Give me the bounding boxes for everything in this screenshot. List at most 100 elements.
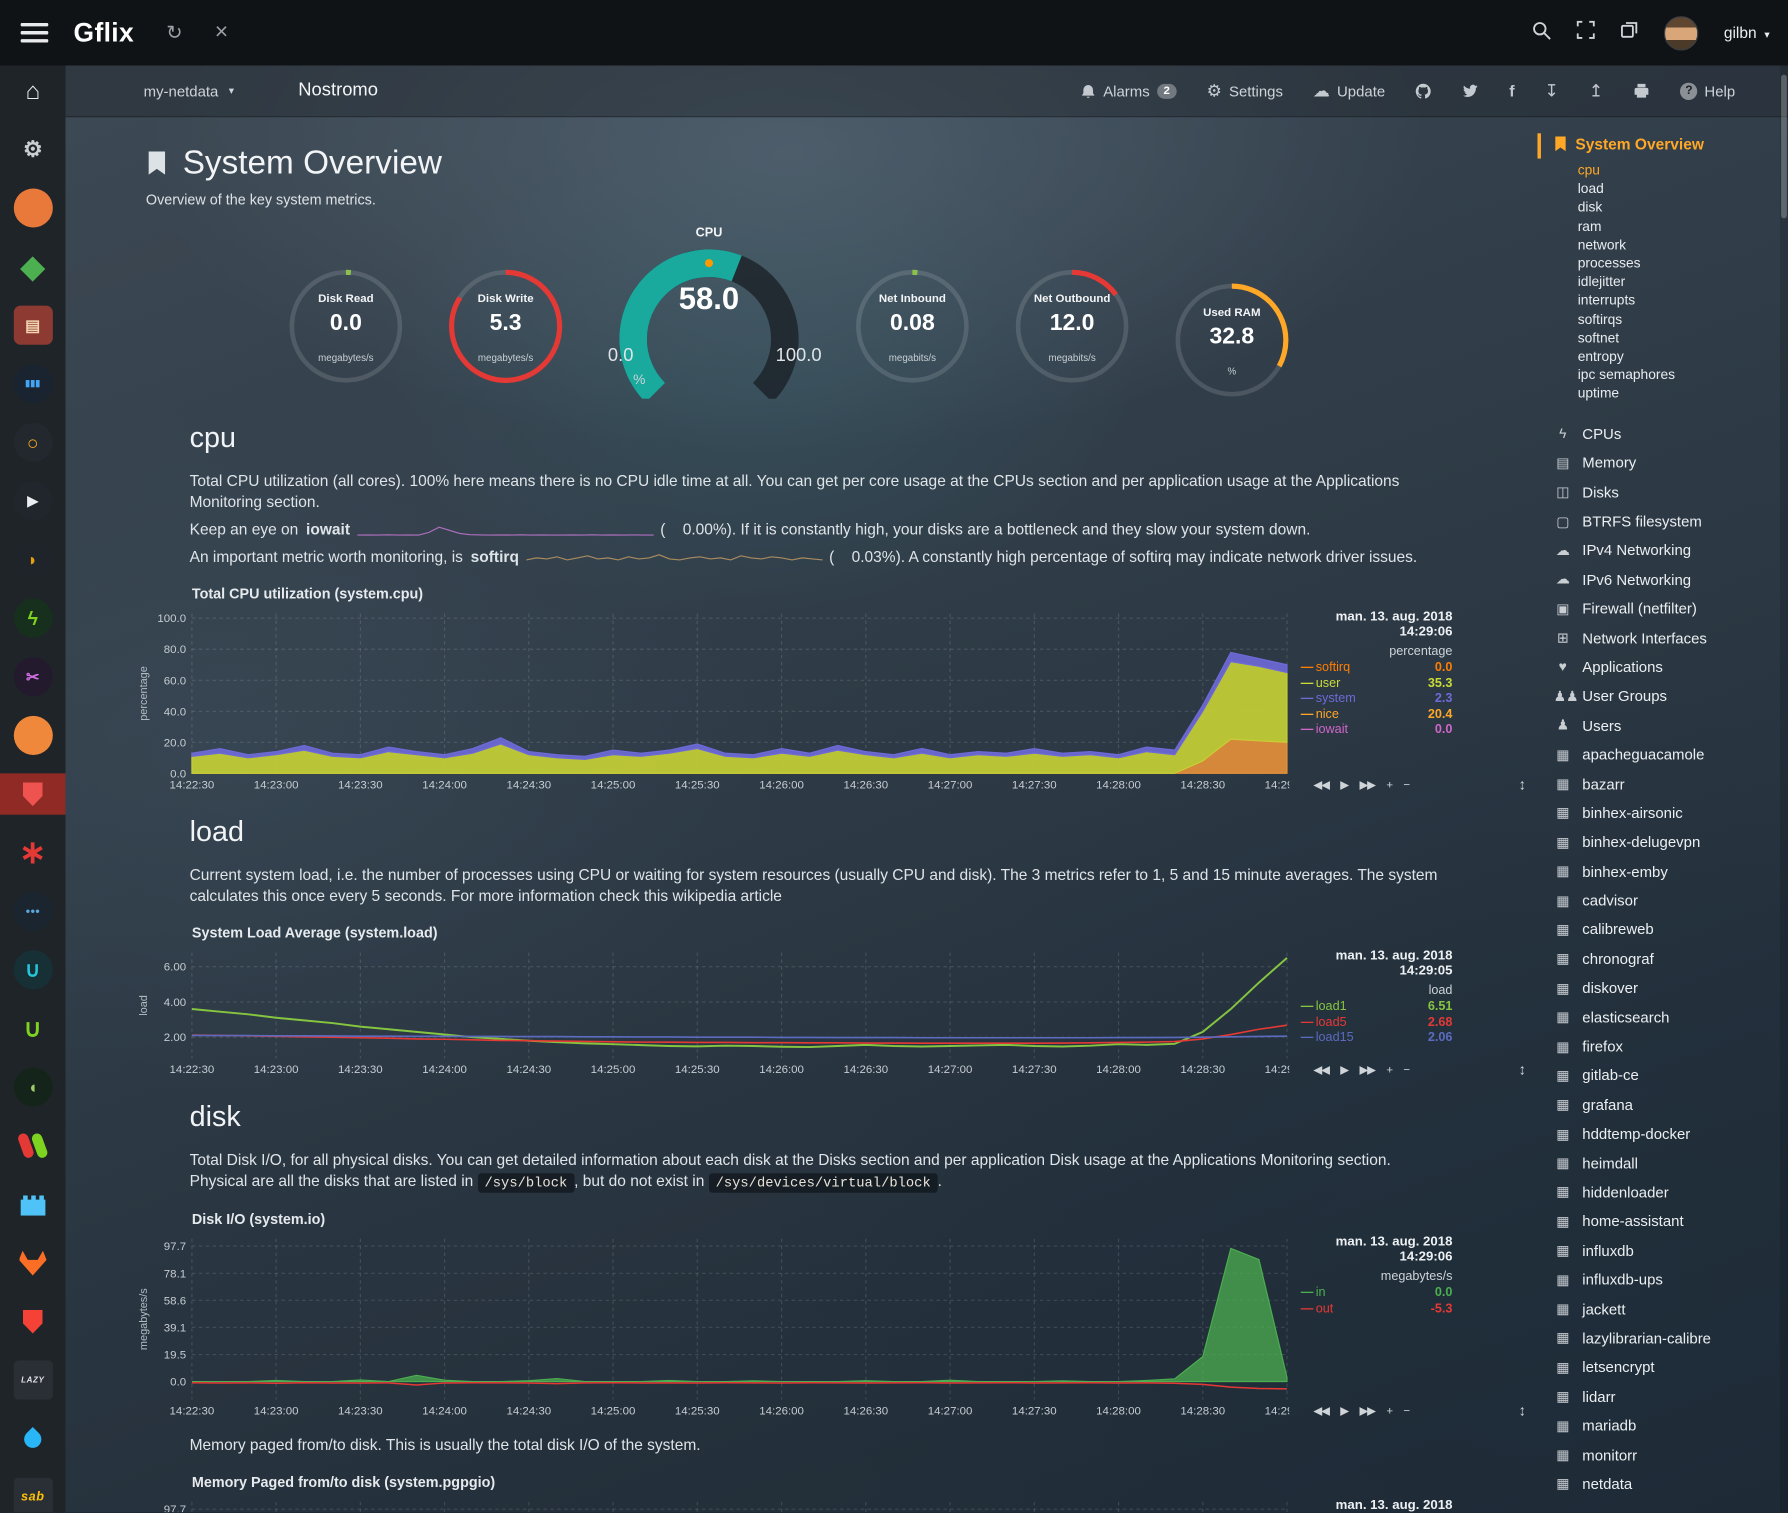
app-tab[interactable]: ϟ [0,598,65,639]
app-tab[interactable]: ○ [0,422,65,463]
app-tab[interactable] [0,1301,65,1342]
sidebar-app-item[interactable]: ▦grafana [1554,1090,1782,1119]
sidebar-app-item[interactable]: ▦monitorr [1554,1440,1782,1469]
memory-chart-canvas[interactable]: 14:22:3014:23:0014:23:3014:24:0014:24:30… [137,1496,1290,1512]
github-icon[interactable] [1415,82,1432,99]
sidebar-app-item[interactable]: ▦mariadb [1554,1411,1782,1440]
sidebar-app-item[interactable]: ▦home-assistant [1554,1207,1782,1236]
upload-icon[interactable]: ↥ [1589,80,1603,101]
sidebar-app-item[interactable]: ▦lidarr [1554,1382,1782,1411]
chart-resize-handle[interactable]: ↕ [1519,1061,1526,1078]
app-tab[interactable] [0,1125,65,1166]
sidebar-submenu-item[interactable]: entropy [1578,347,1781,366]
refresh-icon[interactable]: ↻ [166,21,182,44]
app-tab[interactable]: ∗ [0,832,65,873]
sidebar-app-item[interactable]: ▦hiddenloader [1554,1178,1782,1207]
sidebar-section-item[interactable]: ϟCPUs [1554,419,1782,448]
legend-item[interactable]: —load152.06 [1301,1031,1453,1047]
twitter-icon[interactable] [1462,83,1479,98]
app-tab[interactable]: ✂ [0,656,65,697]
softirq-sparkline[interactable] [526,550,822,565]
gauge-cpu[interactable]: CPU 58.0 0.0 100.0 % [594,226,824,410]
sidebar-submenu-item[interactable]: ipc semaphores [1578,366,1781,385]
legend-item[interactable]: —iowait0.0 [1301,723,1453,739]
sidebar-app-item[interactable]: ▦binhex-delugevpn [1554,827,1782,856]
sidebar-app-item[interactable]: ▦cadvisor [1554,886,1782,915]
chart-zoom-out[interactable]: − [1403,779,1409,792]
app-tab[interactable]: ◗ [0,539,65,580]
sidebar-submenu-item[interactable]: idlejitter [1578,273,1781,292]
legend-item[interactable]: —softirq0.0 [1301,661,1453,677]
alarms-button[interactable]: Alarms2 [1080,82,1177,99]
iowait-sparkline[interactable] [357,522,653,537]
legend-item[interactable]: —nice20.4 [1301,708,1453,724]
sidebar-submenu-item[interactable]: cpu [1578,161,1781,180]
app-tab[interactable]: ▤ [0,305,65,346]
sidebar-section-item[interactable]: ♟Users [1554,711,1782,740]
sidebar-app-item[interactable]: ▦letsencrypt [1554,1353,1782,1382]
sidebar-app-item[interactable]: ▦influxdb [1554,1236,1782,1265]
gauge-disk-write[interactable]: Disk Write 5.3 megabytes/s [434,255,576,397]
sidebar-app-item[interactable]: ▦firefox [1554,1032,1782,1061]
sidebar-app-item[interactable]: ▦binhex-airsonic [1554,798,1782,827]
sidebar-app-item[interactable]: ▦diskover [1554,973,1782,1002]
sidebar-app-item[interactable]: ▦gitlab-ce [1554,1061,1782,1090]
chart-forward[interactable]: ▶▶ [1359,1405,1374,1418]
sidebar-app-item[interactable]: ▦calibreweb [1554,915,1782,944]
app-tab[interactable]: ◖ [0,1066,65,1107]
sidebar-submenu-item[interactable]: softnet [1578,328,1781,347]
app-tab[interactable]: ●●● [0,891,65,932]
app-tab[interactable]: LAZY [0,1359,65,1400]
app-tab[interactable] [0,1184,65,1225]
sidebar-submenu-item[interactable]: network [1578,235,1781,254]
server-dropdown[interactable]: my-netdata▾ [144,82,234,99]
settings-button[interactable]: ⚙Settings [1207,80,1283,101]
sidebar-app-item[interactable]: ▦hddtemp-docker [1554,1119,1782,1148]
chart-zoom-in[interactable]: + [1386,1405,1392,1418]
chart-zoom-out[interactable]: − [1403,1405,1409,1418]
close-icon[interactable]: × [215,20,228,46]
legend-item[interactable]: —system2.3 [1301,692,1453,708]
legend-item[interactable]: —in0.0 [1301,1286,1453,1302]
chart-play[interactable]: ▶ [1340,1405,1348,1418]
sidebar-submenu-item[interactable]: interrupts [1578,291,1781,310]
app-tab[interactable]: sab [0,1477,65,1513]
chart-resize-handle[interactable]: ↕ [1519,776,1526,793]
gauge-disk-read[interactable]: Disk Read 0.0 megabytes/s [275,255,417,397]
gauge-used-ram[interactable]: Used RAM 32.8 % [1161,269,1303,411]
sidebar-submenu-item[interactable]: load [1578,179,1781,198]
gauge-net-outbound[interactable]: Net Outbound 12.0 megabits/s [1001,255,1143,397]
sidebar-app-item[interactable]: ▦chronograf [1554,944,1782,973]
sidebar-section-item[interactable]: ♥Applications [1554,652,1782,681]
chart-zoom-out[interactable]: − [1403,1064,1409,1077]
search-icon[interactable] [1532,20,1552,45]
app-tab[interactable]: ▮▮▮ [0,363,65,404]
sidebar-app-item[interactable]: ▦jackett [1554,1294,1782,1323]
sidebar-submenu-item[interactable]: disk [1578,198,1781,217]
chart-zoom-in[interactable]: + [1386,1064,1392,1077]
chart-forward[interactable]: ▶▶ [1359,1064,1374,1077]
sidebar-section-item[interactable]: ☁IPv6 Networking [1554,565,1782,594]
sidebar-app-item[interactable]: ▦influxdb-ups [1554,1265,1782,1294]
sidebar-submenu-item[interactable]: processes [1578,254,1781,273]
app-tab[interactable]: ⌂ [0,70,65,111]
help-button[interactable]: ?Help [1680,82,1735,99]
sidebar-section-item[interactable]: ▢BTRFS filesystem [1554,507,1782,536]
app-tab[interactable]: ∪ [0,949,65,990]
sidebar-section-item[interactable]: ◫Disks [1554,477,1782,506]
sidebar-item-system-overview[interactable]: System Overview [1554,136,1782,153]
gauge-net-inbound[interactable]: Net Inbound 0.08 megabits/s [841,255,983,397]
update-button[interactable]: ☁Update [1313,80,1385,101]
legend-item[interactable]: —user35.3 [1301,676,1453,692]
sidebar-section-item[interactable]: ☁IPv4 Networking [1554,536,1782,565]
facebook-icon[interactable]: f [1509,82,1514,100]
menu-icon[interactable] [21,23,49,43]
sidebar-app-item[interactable]: ▦lazylibrarian-calibre [1554,1323,1782,1352]
app-tab[interactable] [0,773,65,814]
cpu-chart-canvas[interactable]: 14:22:3014:23:0014:23:3014:24:0014:24:30… [137,608,1290,793]
sidebar-app-item[interactable]: ▦binhex-emby [1554,857,1782,886]
print-icon[interactable] [1633,83,1650,99]
chart-rewind[interactable]: ◀◀ [1313,779,1328,792]
sidebar-app-item[interactable]: ▦elasticsearch [1554,1003,1782,1032]
sidebar-section-item[interactable]: ▤Memory [1554,448,1782,477]
